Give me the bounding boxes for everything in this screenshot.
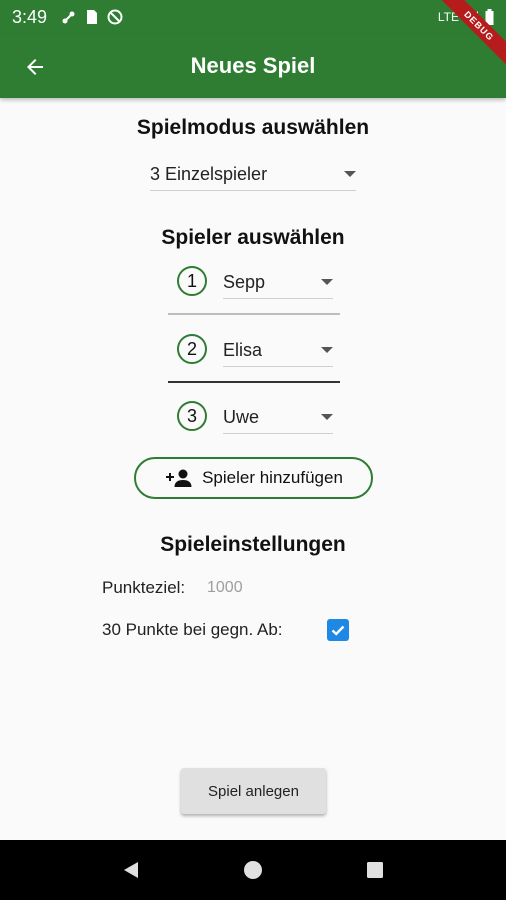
status-icons (61, 9, 123, 25)
bonus-points-checkbox[interactable] (327, 619, 349, 641)
player-number-badge: 3 (177, 401, 207, 431)
create-game-button[interactable]: Spiel anlegen (181, 768, 326, 814)
nav-recents-icon[interactable] (365, 860, 385, 880)
game-mode-value: 3 Einzelspieler (150, 163, 268, 184)
status-time: 3:49 (12, 6, 48, 27)
player-3-name: Uwe (223, 406, 260, 427)
back-button[interactable] (20, 52, 50, 82)
page-title: Neues Spiel (190, 53, 316, 78)
game-mode-heading: Spielmodus auswählen (136, 116, 370, 139)
chevron-down-icon (344, 171, 356, 177)
chevron-down-icon (321, 414, 333, 420)
player-2-name: Elisa (223, 339, 263, 360)
do-not-disturb-icon (107, 9, 123, 25)
checkmark-icon (331, 625, 345, 636)
nav-back-icon[interactable] (121, 860, 141, 880)
game-mode-dropdown[interactable]: 3 Einzelspieler (150, 158, 356, 191)
sim-icon (87, 10, 98, 24)
player-number-badge: 2 (177, 334, 207, 364)
bonus-points-label: 30 Punkte bei gegn. Ab: (102, 620, 283, 639)
settings-heading: Spieleinstellungen (160, 533, 346, 556)
add-player-button[interactable]: Spieler hinzufügen (134, 457, 373, 499)
player-1-name: Sepp (223, 271, 266, 292)
target-score-input[interactable]: 1000 (207, 579, 243, 597)
player-1-dropdown[interactable]: Sepp (223, 266, 333, 299)
system-nav-bar (0, 840, 506, 900)
target-score-label: Punkteziel: (102, 578, 186, 597)
players-heading: Spieler auswählen (161, 226, 345, 249)
status-bar: 3:49 LTE (0, 0, 506, 34)
person-add-icon (166, 469, 192, 487)
chevron-down-icon (321, 347, 333, 353)
app-bar: Neues Spiel (0, 34, 506, 98)
chevron-down-icon (321, 279, 333, 285)
arrow-back-icon (27, 59, 43, 75)
player-2-dropdown[interactable]: Elisa (223, 334, 333, 367)
cast-icon (62, 11, 75, 24)
content: Spielmodus auswählen 3 Einzelspieler Spi… (0, 98, 506, 840)
nav-home-icon[interactable] (243, 860, 263, 880)
player-divider (168, 313, 340, 315)
player-number-badge: 1 (177, 266, 207, 296)
create-game-label: Spiel anlegen (208, 782, 299, 800)
player-divider (168, 381, 340, 383)
add-player-label: Spieler hinzufügen (202, 468, 343, 487)
player-3-dropdown[interactable]: Uwe (223, 401, 333, 434)
